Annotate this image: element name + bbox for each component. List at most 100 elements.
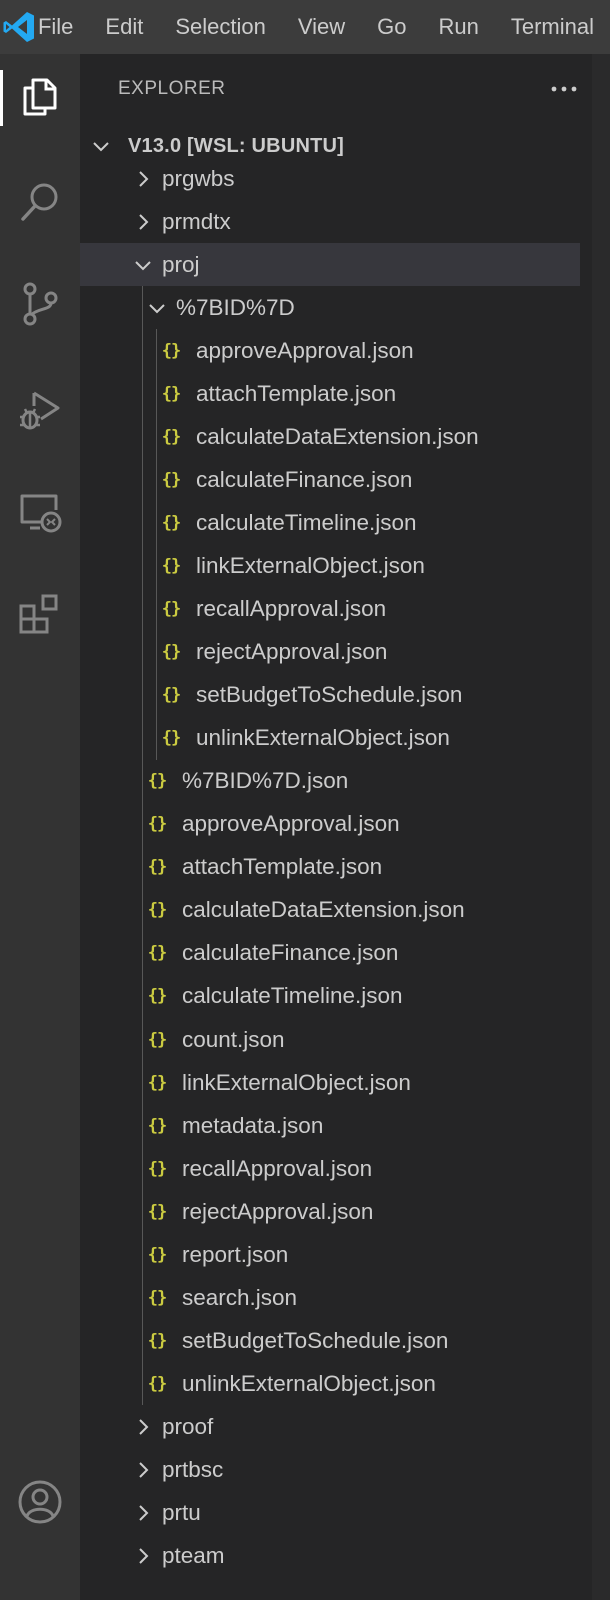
ellipsis-icon [551, 86, 577, 92]
tree-item-label: recallApproval.json [182, 1155, 373, 1181]
chevron-down-icon [90, 135, 112, 157]
tree-file-approveapproval-json[interactable]: {} approveApproval.json [80, 803, 580, 846]
json-file-icon: {} [147, 1029, 167, 1050]
run-debug-button[interactable] [0, 372, 80, 452]
tree-item-label: proj [162, 251, 200, 277]
tree-file-report-json[interactable]: {} report.json [80, 1233, 580, 1276]
tree-file-calculatefinance-json[interactable]: {} calculateFinance.json [80, 932, 580, 975]
explorer-button[interactable] [0, 58, 80, 138]
extensions-button[interactable] [0, 576, 80, 656]
chevron-down-icon [146, 297, 168, 319]
tree-item-label: count.json [182, 1026, 285, 1052]
menu-run[interactable]: Run [423, 0, 495, 54]
json-file-icon: {} [147, 1330, 167, 1351]
menu-edit[interactable]: Edit [89, 0, 159, 54]
menu-go[interactable]: Go [361, 0, 422, 54]
menu-selection[interactable]: Selection [159, 0, 282, 54]
json-file-icon: {} [147, 1115, 167, 1136]
json-file-icon: {} [161, 512, 181, 533]
json-file-icon: {} [147, 986, 167, 1007]
json-file-icon: {} [147, 814, 167, 835]
tree-item-label: calculateFinance.json [196, 466, 413, 492]
remote-explorer-icon [16, 488, 64, 541]
tree-file-calculatedataextension-json[interactable]: {} calculateDataExtension.json [80, 415, 580, 458]
tree-file-recallapproval-json[interactable]: {} recallApproval.json [80, 588, 580, 631]
search-button[interactable] [0, 164, 80, 244]
tree-item-label: recallApproval.json [196, 596, 387, 621]
workspace-section-header[interactable]: V13.0 [WSL: UBUNTU] [80, 124, 580, 168]
json-file-icon: {} [147, 1201, 167, 1222]
tree-item-label: calculateFinance.json [182, 940, 399, 966]
json-file-icon: {} [161, 685, 181, 706]
chevron-down-icon [132, 254, 154, 276]
accounts-button[interactable] [0, 1464, 80, 1544]
source-control-button[interactable] [0, 266, 80, 346]
json-file-icon: {} [147, 1373, 167, 1394]
tree-folder-pteam[interactable]: pteam [80, 1535, 580, 1578]
tree-file-attachtemplate-json[interactable]: {} attachTemplate.json [80, 846, 580, 889]
workspace-title: V13.0 [WSL: UBUNTU] [128, 134, 345, 157]
menu-terminal[interactable]: Terminal [495, 0, 610, 54]
tree-folder-prtbsc[interactable]: prtbsc [80, 1449, 580, 1492]
tree-file-attachtemplate-json[interactable]: {} attachTemplate.json [80, 372, 580, 415]
chevron-right-icon [132, 1459, 154, 1481]
tree-file-7bid-7d-json[interactable]: {} %7BID%7D.json [80, 760, 580, 803]
tree-file-search-json[interactable]: {} search.json [80, 1276, 580, 1319]
tree-file-linkexternalobject-json[interactable]: {} linkExternalObject.json [80, 544, 580, 587]
tree-file-calculatetimeline-json[interactable]: {} calculateTimeline.json [80, 975, 580, 1018]
tree-file-count-json[interactable]: {} count.json [80, 1018, 580, 1061]
tree-folder-7bid-7d[interactable]: %7BID%7D [80, 286, 580, 329]
json-file-icon: {} [147, 900, 167, 921]
accounts-icon [16, 1478, 64, 1531]
tree-file-setbudgettoschedule-json[interactable]: {} setBudgetToSchedule.json [80, 674, 580, 717]
tree-file-rejectapproval-json[interactable]: {} rejectApproval.json [80, 1190, 580, 1233]
tree-folder-prmdtx[interactable]: prmdtx [80, 200, 580, 243]
tree-file-approveapproval-json[interactable]: {} approveApproval.json [80, 329, 580, 372]
tree-file-rejectapproval-json[interactable]: {} rejectApproval.json [80, 631, 580, 674]
tree-file-metadata-json[interactable]: {} metadata.json [80, 1104, 580, 1147]
tree-item-label: calculateDataExtension.json [196, 423, 479, 449]
json-file-icon: {} [161, 642, 181, 663]
tree-item-label: calculateDataExtension.json [182, 897, 465, 923]
more-actions-button[interactable] [546, 74, 582, 104]
sidebar-scrollbar[interactable] [592, 54, 610, 1600]
tree-item-label: linkExternalObject.json [196, 552, 425, 578]
json-file-icon: {} [147, 1287, 167, 1308]
json-file-icon: {} [161, 599, 181, 619]
menu-bar: File Edit Selection View Go Run Terminal [38, 0, 610, 54]
tree-file-unlinkexternalobject-json[interactable]: {} unlinkExternalObject.json [80, 717, 580, 760]
tree-file-unlinkexternalobject-json[interactable]: {} unlinkExternalObject.json [80, 1362, 580, 1405]
json-file-icon: {} [161, 340, 181, 361]
tree-file-setbudgettoschedule-json[interactable]: {} setBudgetToSchedule.json [80, 1319, 580, 1362]
tree-folder-proof[interactable]: proof [80, 1405, 580, 1448]
tree-file-calculatedataextension-json[interactable]: {} calculateDataExtension.json [80, 889, 580, 932]
tree-file-linkexternalobject-json[interactable]: {} linkExternalObject.json [80, 1061, 580, 1104]
remote-explorer-button[interactable] [0, 474, 80, 554]
tree-folder-prtu[interactable]: prtu [80, 1492, 580, 1535]
json-file-icon: {} [147, 771, 167, 792]
json-file-icon: {} [161, 383, 181, 404]
explorer-title: EXPLORER [118, 78, 226, 99]
tree-item-label: pteam [162, 1543, 225, 1569]
chevron-right-icon [132, 168, 154, 190]
menu-file[interactable]: File [38, 0, 89, 54]
tree-item-label: proof [162, 1413, 214, 1439]
tree-item-label: attachTemplate.json [196, 380, 397, 406]
tree-item-label: calculateTimeline.json [182, 983, 403, 1009]
activity-bar [0, 54, 80, 1600]
menu-view[interactable]: View [282, 0, 361, 54]
json-file-icon: {} [147, 1244, 167, 1265]
file-tree: prgwbs prmdtx proj %7BID%7D {} approveApprova… [80, 168, 580, 1600]
extensions-icon [16, 590, 64, 643]
tree-item-label: search.json [182, 1284, 298, 1310]
explorer-icon [16, 72, 64, 125]
tree-file-calculatefinance-json[interactable]: {} calculateFinance.json [80, 458, 580, 501]
tree-item-label: approveApproval.json [196, 337, 414, 363]
tree-item-label: prmdtx [162, 208, 231, 234]
source-control-icon [16, 280, 64, 333]
tree-file-recallapproval-json[interactable]: {} recallApproval.json [80, 1147, 580, 1190]
tree-file-calculatetimeline-json[interactable]: {} calculateTimeline.json [80, 501, 580, 544]
tree-folder-prgwbs[interactable]: prgwbs [80, 168, 580, 200]
explorer-header: EXPLORER [80, 54, 580, 124]
tree-folder-proj[interactable]: proj [80, 243, 580, 287]
